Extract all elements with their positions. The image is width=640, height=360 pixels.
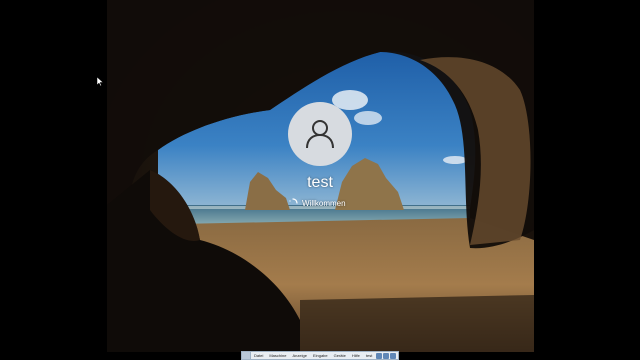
user-silhouette-icon (306, 120, 334, 149)
username-label: test (307, 174, 333, 191)
menu-geraete[interactable]: Geräte (331, 352, 349, 359)
vm-screen: test Willkommen (0, 0, 640, 360)
minimize-icon[interactable] (376, 352, 383, 359)
pin-icon[interactable] (242, 352, 251, 359)
user-avatar[interactable] (288, 102, 352, 166)
status-row: Willkommen (288, 198, 346, 208)
menu-maschine[interactable]: Maschine (266, 352, 289, 359)
mouse-cursor-icon (97, 77, 104, 86)
vm-title: test (365, 353, 373, 358)
menu-eingabe[interactable]: Eingabe (310, 352, 331, 359)
loading-spinner-icon (289, 198, 298, 204)
welcome-text: Willkommen (302, 198, 346, 208)
close-icon[interactable] (390, 352, 397, 359)
vm-mini-toolbar: Datei Maschine Anzeige Eingabe Geräte Hi… (241, 351, 399, 360)
menu-hilfe[interactable]: Hilfe (349, 352, 363, 359)
restore-icon[interactable] (383, 352, 390, 359)
menu-datei[interactable]: Datei (251, 352, 266, 359)
menu-anzeige[interactable]: Anzeige (289, 352, 309, 359)
